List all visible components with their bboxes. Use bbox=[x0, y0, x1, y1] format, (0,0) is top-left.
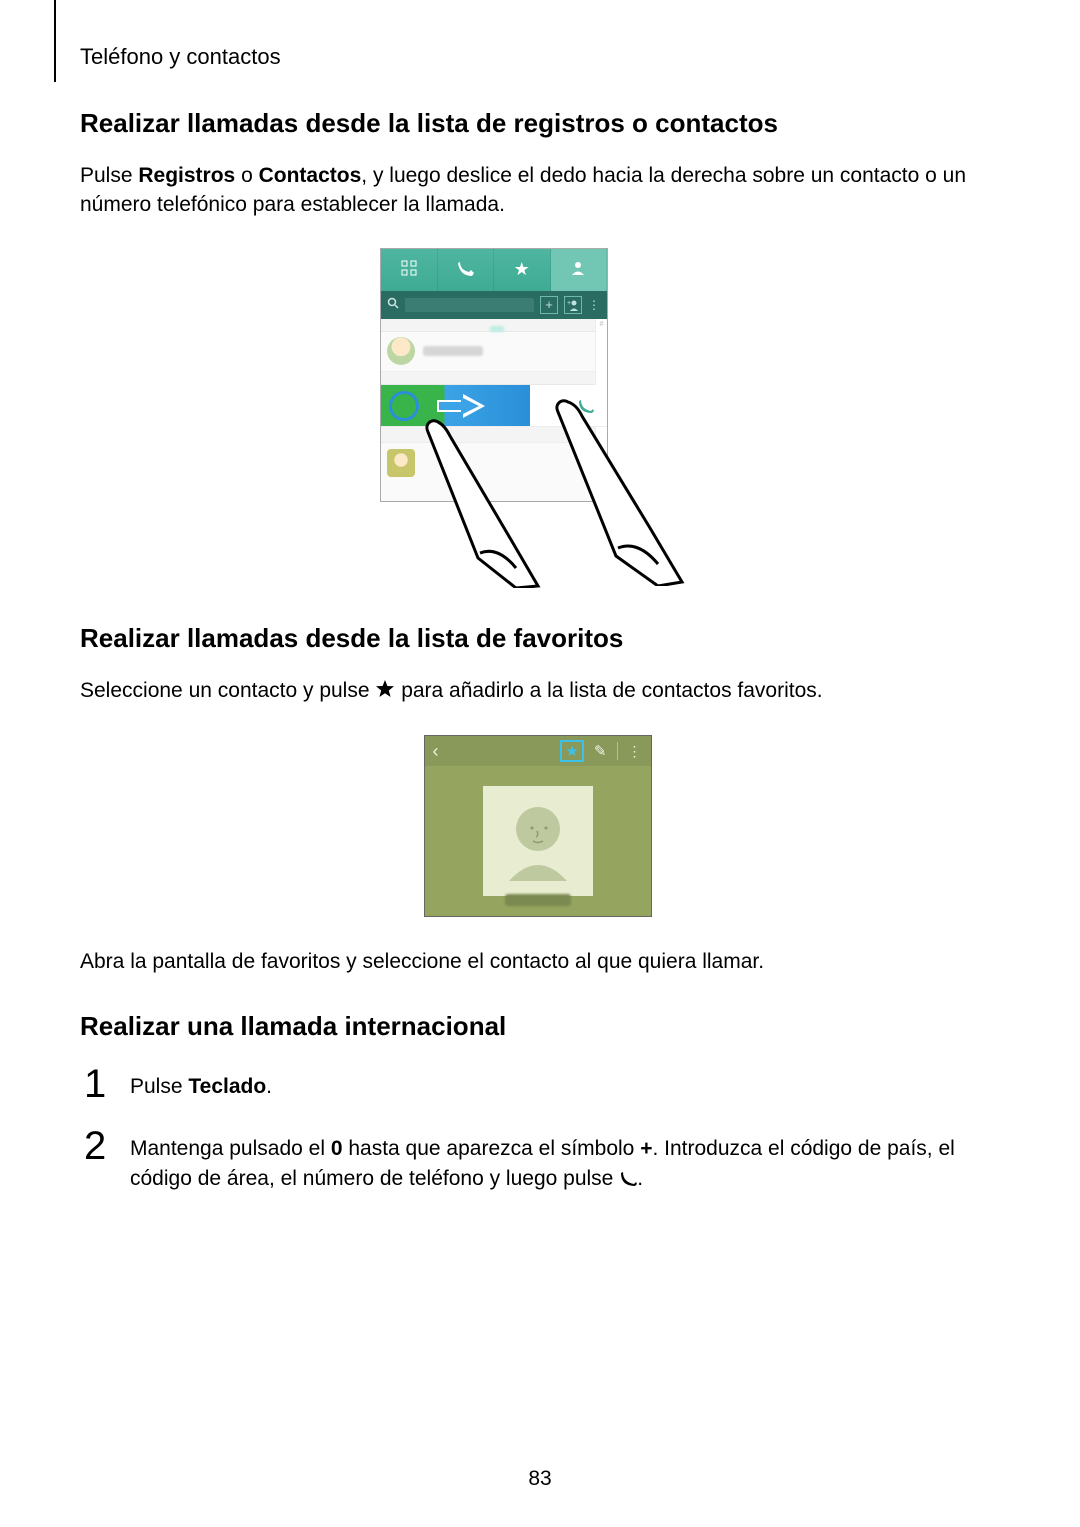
add-button: + bbox=[540, 296, 558, 314]
tab-contacts bbox=[551, 249, 608, 291]
avatar-icon bbox=[387, 337, 415, 365]
contact-detail-screen: ‹ ★ ✎ ⋮ bbox=[424, 735, 652, 917]
text-bold: 0 bbox=[331, 1137, 343, 1160]
text-bold: + bbox=[640, 1137, 652, 1160]
star-icon bbox=[375, 678, 395, 707]
text-bold: Registros bbox=[138, 164, 235, 187]
text: o bbox=[235, 164, 258, 187]
page-number: 83 bbox=[0, 1467, 1080, 1491]
add-contact-button: + bbox=[564, 296, 582, 314]
person-icon bbox=[570, 260, 586, 279]
breadcrumb: Teléfono y contactos bbox=[80, 44, 281, 70]
keypad-icon bbox=[401, 260, 417, 279]
step-text: Mantenga pulsado el 0 hasta que aparezca… bbox=[130, 1126, 995, 1198]
ordered-list: 1 Pulse Teclado. 2 Mantenga pulsado el 0… bbox=[80, 1064, 995, 1198]
search-icon bbox=[387, 297, 399, 312]
search-field bbox=[405, 298, 534, 312]
text-bold: Teclado bbox=[188, 1075, 266, 1098]
category-row bbox=[381, 372, 607, 385]
section1-heading: Realizar llamadas desde la lista de regi… bbox=[80, 108, 995, 139]
star-icon: ★ bbox=[514, 259, 530, 280]
hand-gesture-right bbox=[550, 396, 700, 586]
tab-favorites: ★ bbox=[494, 249, 551, 291]
swipe-origin bbox=[389, 391, 419, 421]
tab-bar: ★ bbox=[381, 249, 607, 291]
text: . bbox=[637, 1167, 643, 1190]
phone-arrow-icon bbox=[456, 259, 474, 280]
step-text: Pulse Teclado. bbox=[130, 1064, 995, 1102]
search-bar: + + ⋮ bbox=[381, 291, 607, 319]
contact-avatar bbox=[483, 786, 593, 896]
list-item: 1 Pulse Teclado. bbox=[84, 1064, 995, 1104]
illustration-1: ★ + + ⋮ bbox=[80, 248, 995, 585]
text: Seleccione un contacto y pulse bbox=[80, 679, 375, 702]
section3-heading: Realizar una llamada internacional bbox=[80, 1011, 995, 1042]
top-bar: ‹ ★ ✎ ⋮ bbox=[425, 736, 651, 766]
edit-icon: ✎ bbox=[594, 742, 607, 760]
back-icon: ‹ bbox=[433, 741, 439, 762]
text: . bbox=[266, 1075, 272, 1098]
step-number: 1 bbox=[84, 1064, 112, 1104]
more-icon: ⋮ bbox=[628, 743, 643, 760]
section2-paragraph2: Abra la pantalla de favoritos y seleccio… bbox=[80, 947, 995, 976]
text: para añadirlo a la lista de contactos fa… bbox=[395, 679, 822, 702]
separator bbox=[617, 742, 618, 760]
text: Pulse bbox=[130, 1075, 188, 1098]
text-bold: Contactos bbox=[259, 164, 362, 187]
favorite-button-highlight: ★ bbox=[560, 740, 584, 762]
contact-name-blur bbox=[505, 894, 571, 906]
svg-text:+: + bbox=[567, 300, 571, 307]
section2-heading: Realizar llamadas desde la lista de favo… bbox=[80, 623, 995, 654]
star-icon: ★ bbox=[565, 742, 578, 760]
tab-logs bbox=[438, 249, 495, 291]
arrow-right-icon bbox=[437, 391, 489, 421]
contact-name-blur bbox=[423, 346, 483, 356]
contact-row bbox=[381, 332, 607, 372]
page-content: Realizar llamadas desde la lista de regi… bbox=[80, 108, 995, 1219]
more-icon: ⋮ bbox=[588, 298, 601, 312]
list-item: 2 Mantenga pulsado el 0 hasta que aparez… bbox=[84, 1126, 995, 1198]
tab-keypad bbox=[381, 249, 438, 291]
header-rule bbox=[54, 0, 56, 82]
text: Pulse bbox=[80, 164, 138, 187]
face-icon bbox=[503, 801, 573, 881]
step-number: 2 bbox=[84, 1126, 112, 1166]
category-row bbox=[381, 319, 607, 332]
avatar-icon bbox=[387, 449, 415, 477]
illustration-2: ‹ ★ ✎ ⋮ bbox=[80, 735, 995, 917]
phone-icon bbox=[619, 1167, 637, 1197]
text: hasta que aparezca el símbolo bbox=[343, 1137, 641, 1160]
text: Mantenga pulsado el bbox=[130, 1137, 331, 1160]
section2-paragraph1: Seleccione un contacto y pulse para añad… bbox=[80, 676, 995, 707]
section1-paragraph: Pulse Registros o Contactos, y luego des… bbox=[80, 161, 995, 220]
hand-gesture-left bbox=[420, 418, 560, 588]
